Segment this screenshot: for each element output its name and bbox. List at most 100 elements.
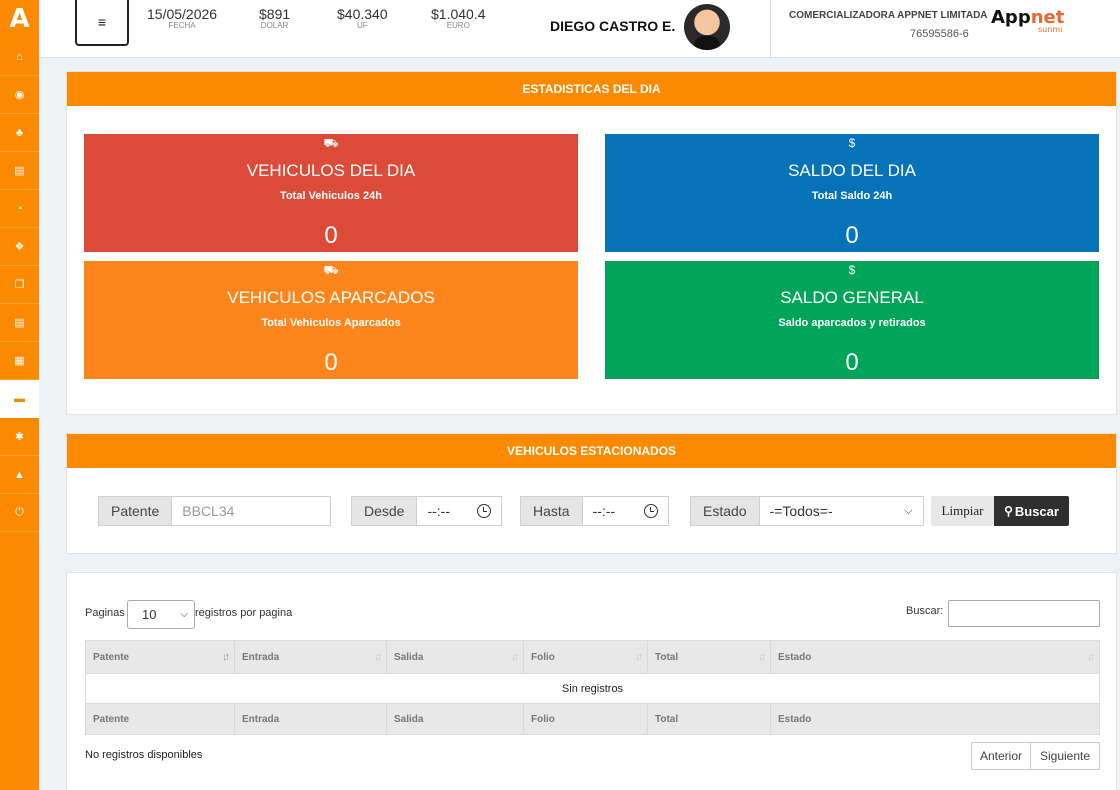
desde-time-input[interactable]: --:--	[416, 496, 503, 526]
stat-card-title: VEHICULOS APARCADOS	[227, 288, 435, 307]
table-header-row: Patente ↓↑ Entrada ↓↑ Salida ↓↑ Folio ↓↑ Total ↓↑…	[86, 641, 1099, 673]
hasta-label: Hasta	[520, 496, 582, 526]
filter-panel-title: VEHICULOS ESTACIONADOS	[67, 434, 1116, 468]
estado-label: Estado	[690, 496, 759, 526]
column-header-label: Salida	[394, 651, 424, 663]
column-header-estado[interactable]: Estado ↓↑	[771, 641, 1099, 673]
page-size-value: 10	[142, 607, 157, 622]
column-header-folio[interactable]: Folio ↓↑	[524, 641, 648, 673]
dropbox-icon: ❖	[14, 241, 25, 253]
bank-icon: ⌂	[16, 50, 23, 63]
stats-panel: ESTADISTICAS DEL DIA ⛟ VEHICULOS DEL DIA T…	[66, 71, 1117, 415]
stat-card-value: 0	[324, 349, 338, 376]
dolar-stat: $891 DOLAR	[259, 6, 290, 30]
patente-input-placeholder: BBCL34	[182, 503, 235, 519]
sidebar-item-0[interactable]: ⌂	[0, 38, 39, 76]
date-label: FECHA	[168, 21, 196, 30]
date-value: 15/05/2026	[147, 6, 218, 22]
header-divider	[770, 0, 771, 58]
paginas-label: Paginas	[85, 607, 125, 619]
target-icon: ◉	[14, 89, 25, 101]
uf-label: UF	[356, 21, 368, 30]
dolar-label: DOLAR	[260, 21, 289, 30]
desde-filter: Desde --:--	[351, 496, 503, 526]
user-avatar[interactable]	[684, 4, 730, 50]
column-header-label: Estado	[778, 713, 812, 725]
column-header-total[interactable]: Total ↓↑	[648, 641, 771, 673]
sidebar-item-2[interactable]: ♣	[0, 114, 39, 152]
document-icon: ▦	[14, 355, 25, 367]
filter-panel: VEHICULOS ESTACIONADOS Patente BBCL34 De…	[66, 433, 1117, 554]
column-header-total: Total	[648, 704, 771, 734]
hasta-time-input[interactable]: --:--	[581, 496, 669, 526]
copy-icon: ❐	[14, 279, 25, 291]
column-header-label: Folio	[531, 651, 555, 663]
stat-card: $ SALDO GENERAL Saldo aparcados y retirado…	[605, 261, 1099, 379]
stat-card-title: SALDO DEL DIA	[788, 161, 916, 180]
per-page-label: registros por pagina	[195, 607, 293, 619]
estado-select-value: -=Todos=-	[769, 503, 833, 519]
power-icon: ⏻	[15, 506, 24, 518]
stat-card-subtitle: Total Saldo 24h	[811, 190, 893, 202]
clock-icon[interactable]	[643, 504, 658, 518]
dollar-icon: $	[848, 136, 856, 150]
stat-card-title: SALDO GENERAL	[780, 288, 924, 307]
car-icon: ⛟	[323, 136, 339, 150]
printer-icon: ▤	[14, 165, 25, 177]
printer-icon: ▤	[14, 317, 25, 329]
stat-card: $ SALDO DEL DIA Total Saldo 24h 0	[605, 134, 1099, 252]
menu-toggle-button[interactable]: ≡	[75, 0, 129, 46]
buscar-button[interactable]: ⚲ Buscar	[994, 496, 1069, 526]
estado-select[interactable]: -=Todos=- ⌵	[758, 496, 924, 526]
column-header-salida[interactable]: Salida ↓↑	[387, 641, 524, 673]
app-logo[interactable]: A	[0, 0, 39, 38]
hasta-filter: Hasta --:--	[520, 496, 669, 526]
uf-stat: $40.340 UF	[337, 6, 388, 30]
stat-card-value: 0	[324, 222, 338, 249]
dolar-value: $891	[259, 6, 291, 22]
stat-card-value: 0	[845, 222, 859, 249]
uf-value: $40.340	[337, 6, 388, 22]
dollar-icon: $	[848, 263, 856, 277]
sort-icon: ↓↑	[511, 651, 519, 663]
sidebar: A ⌂ ◉ ♣ ▤ ◔ ❖ ❐ ▤ ▦ ▬ ✱ ▲ ⏻	[0, 0, 39, 790]
patente-input[interactable]: BBCL34	[171, 496, 332, 526]
user-name: DIEGO CASTRO E.	[550, 18, 676, 34]
next-page-button[interactable]: Siguiente	[1030, 742, 1100, 770]
sidebar-item-10[interactable]: ✱	[0, 418, 39, 456]
sidebar-item-5[interactable]: ❖	[0, 228, 39, 266]
euro-stat: $1.040.4 EURO	[431, 6, 486, 30]
search-icon: ⚲	[1004, 504, 1013, 518]
company-name: COMERCIALIZADORA APPNET LIMITADA	[789, 10, 988, 21]
table-empty-row: Sin registros	[86, 673, 1099, 704]
column-header-patente[interactable]: Patente ↓↑	[86, 641, 235, 673]
page-size-select[interactable]: 10 ⌵	[127, 600, 195, 629]
table-search-input[interactable]	[948, 600, 1100, 627]
euro-value: $1.040.4	[431, 6, 486, 22]
column-header-label: Estado	[778, 651, 812, 663]
previous-page-button[interactable]: Anterior	[971, 742, 1031, 770]
table-info: No registros disponibles	[85, 749, 203, 761]
sidebar-item-4[interactable]: ◔	[0, 190, 39, 228]
sidebar-item-11[interactable]: ▲	[0, 456, 39, 494]
clock-icon[interactable]	[477, 504, 492, 518]
limpiar-button[interactable]: Limpiar	[931, 496, 994, 526]
sort-icon: ↓↑	[222, 651, 230, 663]
brand-logo-part1: App	[991, 7, 1031, 28]
sidebar-item-9[interactable]: ▬	[0, 380, 39, 418]
column-header-label: Total	[655, 651, 679, 663]
sidebar-item-1[interactable]: ◉	[0, 76, 39, 114]
sidebar-item-8[interactable]: ▦	[0, 342, 39, 380]
column-header-estado: Estado	[771, 704, 1099, 734]
sidebar-item-12[interactable]: ⏻	[0, 494, 39, 532]
sidebar-item-3[interactable]: ▤	[0, 152, 39, 190]
buscar-button-label: Buscar	[1014, 503, 1059, 519]
stats-panel-title: ESTADISTICAS DEL DIA	[67, 72, 1116, 106]
column-header-entrada[interactable]: Entrada ↓↑	[235, 641, 387, 673]
column-header-label: Entrada	[242, 651, 280, 663]
stat-card: ⛟ VEHICULOS APARCADOS Total Vehiculos Apar…	[84, 261, 578, 379]
sidebar-item-7[interactable]: ▤	[0, 304, 39, 342]
company-rut: 76595586-6	[910, 28, 969, 40]
sidebar-item-6[interactable]: ❐	[0, 266, 39, 304]
column-header-patente: Patente	[86, 704, 235, 734]
